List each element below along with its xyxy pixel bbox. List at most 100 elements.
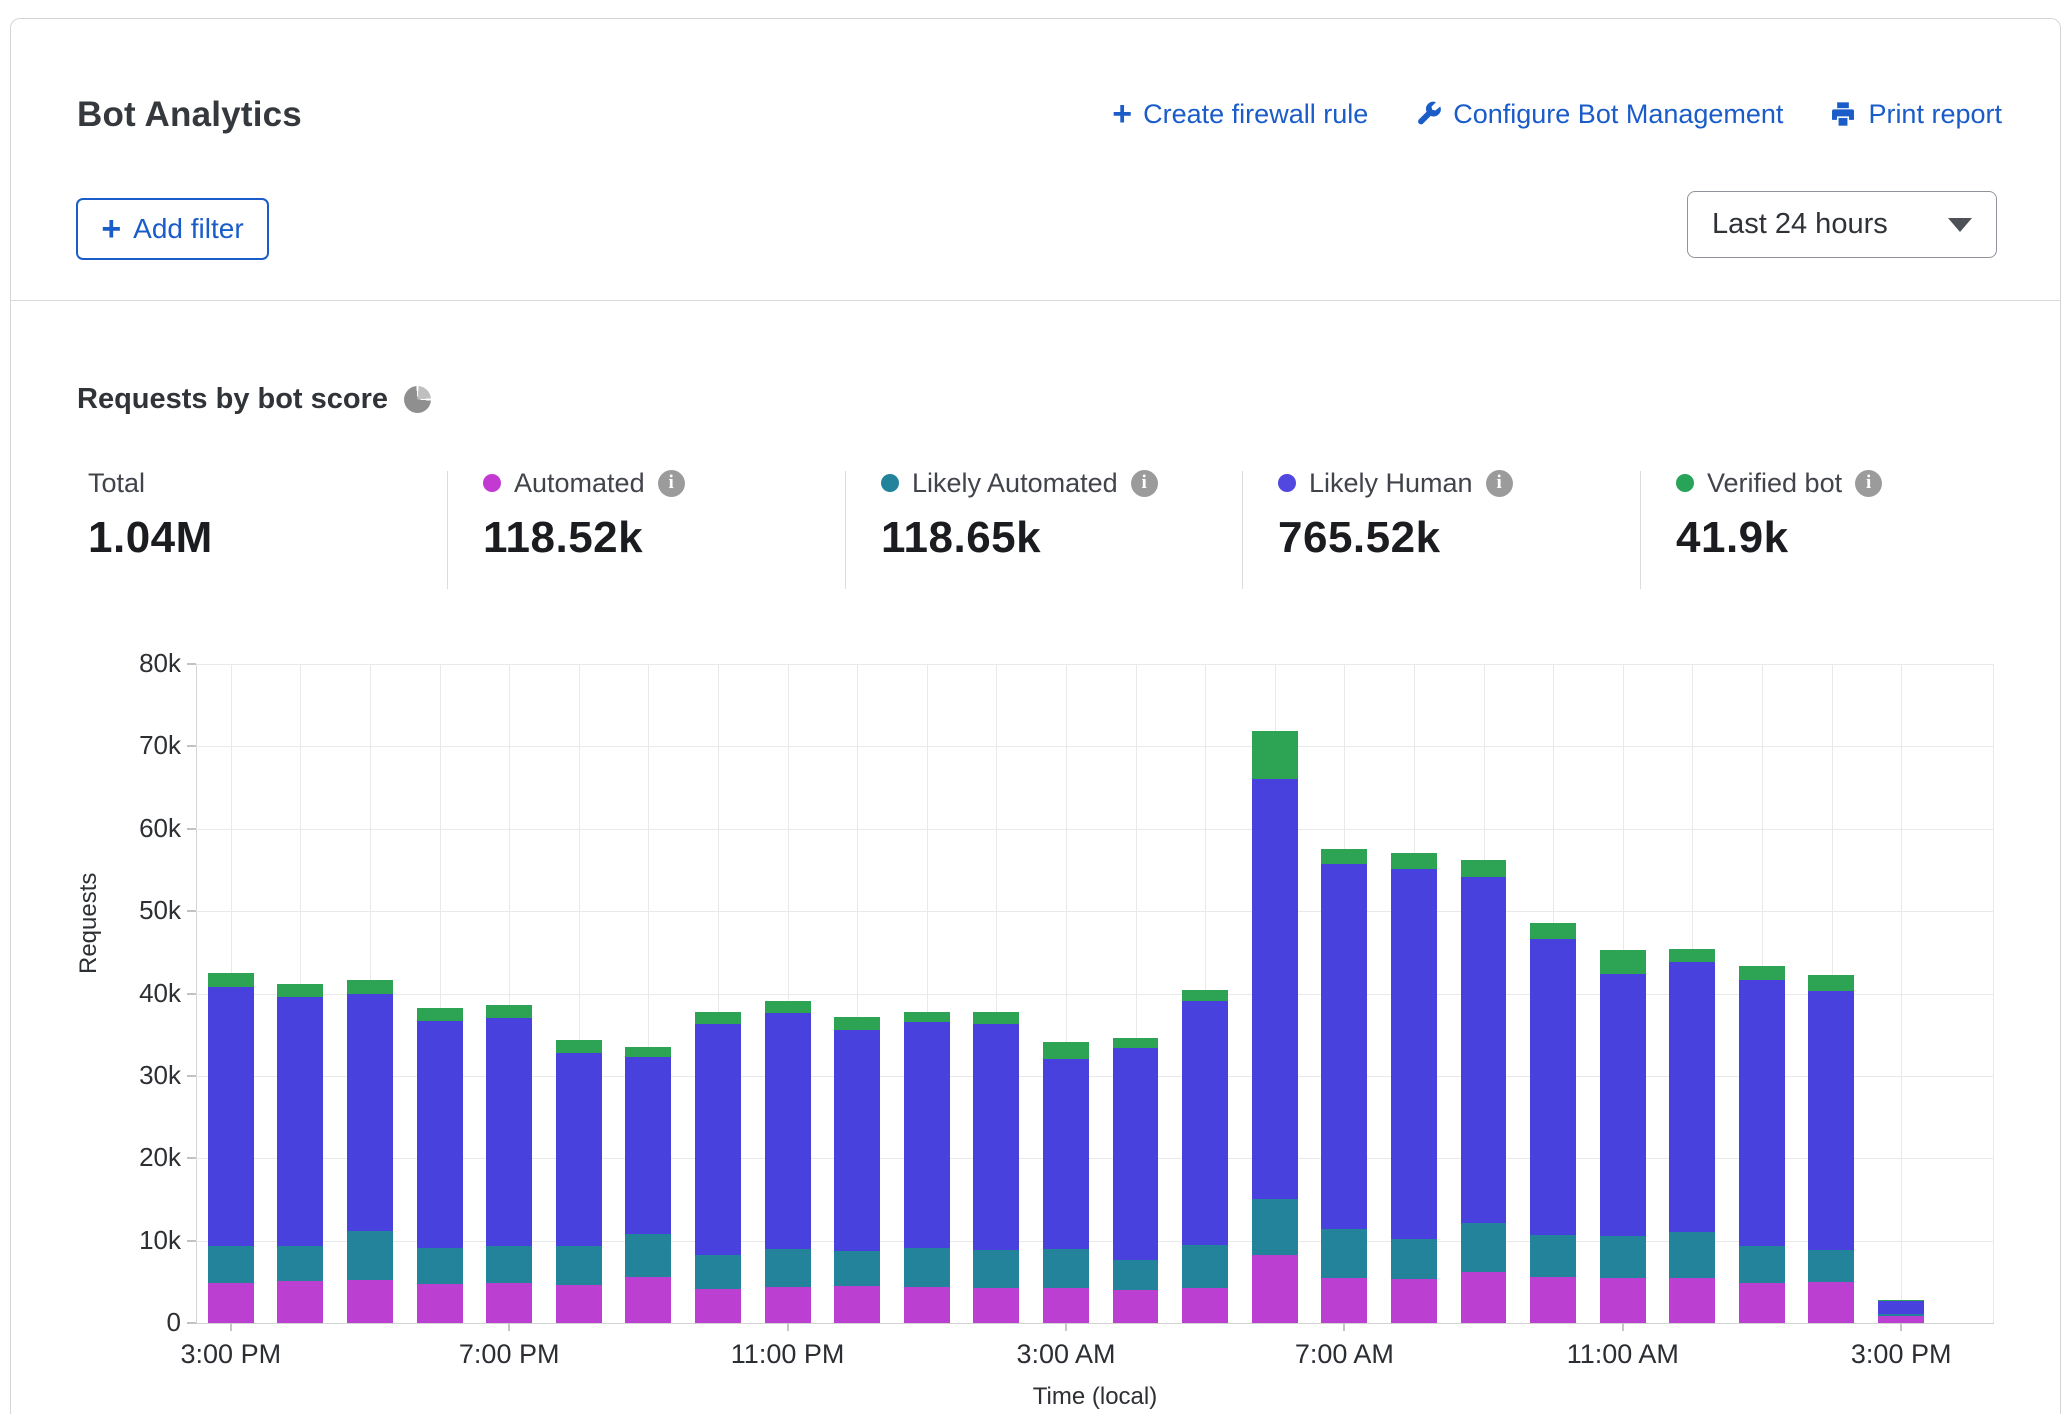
bar-segment-verified-bot[interactable] [1808, 975, 1854, 991]
bar-segment-verified-bot[interactable] [1391, 853, 1437, 869]
bar-segment-likely-human[interactable] [765, 1013, 811, 1249]
bar-segment-likely-human[interactable] [417, 1021, 463, 1248]
bar-segment-likely-human[interactable] [1252, 779, 1298, 1199]
bar-segment-likely-human[interactable] [1461, 877, 1507, 1224]
stacked-bar-300pm[interactable] [1878, 1300, 1924, 1323]
bar-segment-likely-automated[interactable] [1043, 1249, 1089, 1289]
bar-segment-likely-human[interactable] [208, 987, 254, 1246]
stacked-bar-1100pm[interactable] [765, 1001, 811, 1323]
stacked-bar-500am[interactable] [1182, 990, 1228, 1323]
bar-segment-likely-automated[interactable] [1669, 1232, 1715, 1278]
bar-segment-likely-automated[interactable] [1739, 1246, 1785, 1283]
bar-segment-verified-bot[interactable] [1182, 990, 1228, 1001]
stacked-bar-900am[interactable] [1461, 860, 1507, 1323]
stacked-bar-600am[interactable] [1252, 731, 1298, 1323]
bar-segment-verified-bot[interactable] [1669, 949, 1715, 962]
bar-segment-automated[interactable] [1461, 1272, 1507, 1323]
bar-segment-likely-human[interactable] [834, 1030, 880, 1251]
stacked-bar-1100am[interactable] [1600, 950, 1646, 1323]
stacked-bar-300pm[interactable] [208, 973, 254, 1323]
bar-segment-verified-bot[interactable] [277, 984, 323, 997]
bar-segment-likely-automated[interactable] [1530, 1235, 1576, 1277]
stacked-bar-800pm[interactable] [556, 1040, 602, 1323]
bar-segment-likely-human[interactable] [1878, 1301, 1924, 1314]
bar-segment-likely-human[interactable] [695, 1024, 741, 1255]
bar-segment-likely-automated[interactable] [834, 1251, 880, 1286]
bar-segment-automated[interactable] [765, 1287, 811, 1323]
stacked-bar-1000pm[interactable] [695, 1012, 741, 1323]
bar-segment-verified-bot[interactable] [556, 1040, 602, 1053]
bar-segment-likely-human[interactable] [904, 1022, 950, 1249]
bar-segment-likely-automated[interactable] [1600, 1236, 1646, 1278]
bar-segment-verified-bot[interactable] [1530, 923, 1576, 939]
bar-segment-automated[interactable] [556, 1285, 602, 1323]
bar-segment-automated[interactable] [1252, 1255, 1298, 1323]
stacked-bar-1000am[interactable] [1530, 923, 1576, 1323]
bar-segment-automated[interactable] [1739, 1283, 1785, 1323]
bar-segment-likely-automated[interactable] [1321, 1229, 1367, 1278]
bar-segment-verified-bot[interactable] [625, 1047, 671, 1057]
bar-segment-verified-bot[interactable] [1461, 860, 1507, 876]
stacked-bar-900pm[interactable] [625, 1047, 671, 1323]
stacked-bar-400am[interactable] [1113, 1038, 1159, 1323]
bar-segment-verified-bot[interactable] [486, 1005, 532, 1018]
bar-segment-likely-human[interactable] [1600, 974, 1646, 1236]
bar-segment-likely-automated[interactable] [765, 1249, 811, 1287]
bar-segment-automated[interactable] [1321, 1278, 1367, 1323]
bar-segment-likely-automated[interactable] [973, 1250, 1019, 1288]
bar-segment-likely-human[interactable] [1391, 869, 1437, 1239]
bar-segment-automated[interactable] [486, 1283, 532, 1323]
bar-segment-likely-human[interactable] [1669, 962, 1715, 1231]
bar-segment-likely-automated[interactable] [625, 1234, 671, 1277]
bar-segment-likely-automated[interactable] [556, 1246, 602, 1285]
bar-segment-automated[interactable] [347, 1280, 393, 1323]
bar-segment-likely-automated[interactable] [417, 1248, 463, 1284]
bar-segment-likely-human[interactable] [1043, 1059, 1089, 1249]
add-filter-button[interactable]: + Add filter [76, 198, 269, 260]
bar-segment-likely-human[interactable] [1182, 1001, 1228, 1245]
bar-segment-likely-human[interactable] [1113, 1048, 1159, 1260]
bar-segment-likely-automated[interactable] [1182, 1245, 1228, 1289]
info-icon[interactable]: i [658, 470, 685, 497]
bar-segment-verified-bot[interactable] [1321, 849, 1367, 864]
info-icon[interactable]: i [1131, 470, 1158, 497]
bar-segment-automated[interactable] [834, 1286, 880, 1323]
bar-segment-likely-human[interactable] [1739, 980, 1785, 1246]
bar-segment-automated[interactable] [1808, 1282, 1854, 1323]
time-range-dropdown[interactable]: Last 24 hours [1687, 191, 1997, 258]
bar-segment-verified-bot[interactable] [347, 980, 393, 994]
bar-segment-likely-human[interactable] [347, 994, 393, 1231]
bar-segment-likely-human[interactable] [1321, 864, 1367, 1229]
bar-segment-verified-bot[interactable] [765, 1001, 811, 1013]
info-icon[interactable]: i [1855, 470, 1882, 497]
bar-segment-verified-bot[interactable] [1600, 950, 1646, 974]
bar-segment-automated[interactable] [973, 1288, 1019, 1323]
bar-segment-automated[interactable] [1113, 1290, 1159, 1323]
bar-segment-verified-bot[interactable] [417, 1008, 463, 1021]
bar-segment-likely-human[interactable] [556, 1053, 602, 1247]
bar-segment-likely-human[interactable] [486, 1018, 532, 1246]
bar-segment-verified-bot[interactable] [695, 1012, 741, 1024]
bar-segment-automated[interactable] [625, 1277, 671, 1323]
bar-segment-likely-human[interactable] [1808, 991, 1854, 1250]
bar-segment-automated[interactable] [1530, 1277, 1576, 1323]
stacked-bar-100am[interactable] [904, 1012, 950, 1323]
stacked-bar-700pm[interactable] [486, 1005, 532, 1323]
bar-segment-likely-automated[interactable] [486, 1246, 532, 1282]
bar-segment-likely-automated[interactable] [1113, 1260, 1159, 1290]
stacked-bar-600pm[interactable] [417, 1008, 463, 1323]
bar-segment-automated[interactable] [208, 1283, 254, 1323]
stacked-bar-300am[interactable] [1043, 1042, 1089, 1323]
bar-segment-automated[interactable] [904, 1287, 950, 1323]
bar-segment-automated[interactable] [417, 1284, 463, 1323]
bar-segment-likely-automated[interactable] [695, 1255, 741, 1289]
bar-segment-likely-human[interactable] [277, 997, 323, 1246]
info-icon[interactable]: i [1486, 470, 1513, 497]
stacked-bar-200am[interactable] [973, 1012, 1019, 1323]
bar-segment-likely-automated[interactable] [208, 1246, 254, 1282]
bar-segment-likely-automated[interactable] [1391, 1239, 1437, 1279]
stacked-bar-200pm[interactable] [1808, 975, 1854, 1323]
stacked-bar-1200pm[interactable] [1669, 949, 1715, 1323]
bar-segment-automated[interactable] [1669, 1278, 1715, 1323]
bar-segment-automated[interactable] [1878, 1316, 1924, 1323]
